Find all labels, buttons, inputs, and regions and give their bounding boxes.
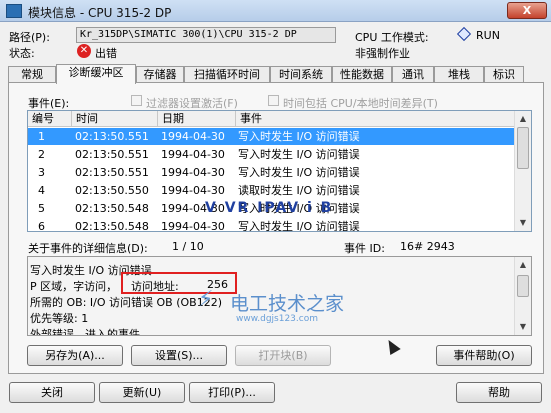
filter-checkbox[interactable]	[131, 95, 142, 106]
save-as-button[interactable]: 另存为(A)...	[27, 345, 123, 366]
detail-line: 所需的 OB: I/O 访问错误 OB (OB122)	[30, 296, 222, 309]
table-header: 编号 时间 日期 事件	[28, 111, 516, 128]
run-diamond-icon	[456, 26, 472, 42]
column-header-event[interactable]: 事件	[236, 111, 516, 127]
local-time-label: 时间包括 CPU/本地时间差异(T)	[283, 97, 438, 110]
watermark-name: 电工技术之家	[230, 293, 345, 315]
table-row[interactable]: 1 02:13:50.551 1994-04-30 写入时发生 I/O 访问错误	[28, 128, 516, 145]
settings-button[interactable]: 设置(S)...	[131, 345, 227, 366]
scroll-up-icon[interactable]: ▲	[517, 113, 529, 125]
status-label: 状态:	[9, 47, 35, 60]
tab-stack[interactable]: 堆栈	[434, 66, 484, 83]
column-header-date[interactable]: 日期	[158, 111, 236, 127]
filter-label: 过滤器设置激活(F)	[146, 97, 238, 110]
tab-diagnostic-buffer[interactable]: 诊断缓冲区	[56, 64, 136, 84]
watermark: ⚡ 电工技术之家 www.dgjs123.com	[196, 287, 364, 331]
help-button[interactable]: 帮助	[456, 382, 542, 403]
print-button[interactable]: 打印(P)...	[189, 382, 275, 403]
table-row[interactable]: 4 02:13:50.550 1994-04-30 读取时发生 I/O 访问错误	[28, 182, 516, 199]
tab-memory[interactable]: 存储器	[136, 66, 184, 83]
detail-scrollbar[interactable]: ▲ ▼	[514, 257, 531, 335]
scroll-thumb[interactable]	[517, 127, 529, 169]
force-status: 非强制作业	[355, 47, 410, 60]
update-button[interactable]: 更新(U)	[99, 382, 185, 403]
event-help-button[interactable]: 事件帮助(O)	[436, 345, 532, 366]
events-scrollbar[interactable]: ▲ ▼	[514, 111, 531, 231]
column-header-no[interactable]: 编号	[28, 111, 72, 127]
scroll-thumb[interactable]	[517, 275, 529, 297]
tab-scan-cycle-time[interactable]: 扫描循环时间	[184, 66, 270, 83]
scroll-up-icon[interactable]: ▲	[517, 259, 529, 271]
detail-line: 外部错误，进入的事件	[30, 328, 140, 336]
detail-label: 关于事件的详细信息(D):	[28, 242, 148, 255]
error-icon: ✕	[77, 44, 91, 58]
app-icon	[6, 4, 22, 18]
close-window-button[interactable]: X	[507, 2, 547, 19]
tab-time-system[interactable]: 时间系统	[270, 66, 332, 83]
close-button[interactable]: 关闭	[9, 382, 95, 403]
table-row[interactable]: 3 02:13:50.551 1994-04-30 写入时发生 I/O 访问错误	[28, 164, 516, 181]
table-row[interactable]: 2 02:13:50.551 1994-04-30 写入时发生 I/O 访问错误	[28, 146, 516, 163]
path-label: 路径(P):	[9, 31, 50, 44]
event-id-value: 16# 2943	[400, 240, 455, 253]
title-bar: 模块信息 - CPU 315-2 DP X	[0, 0, 551, 22]
local-time-checkbox[interactable]	[268, 95, 279, 106]
detail-counter: 1 / 10	[172, 240, 204, 253]
tab-performance-data[interactable]: 性能数据	[332, 66, 392, 83]
tab-communication[interactable]: 通讯	[392, 66, 434, 83]
overlay-ghost-text: V VR IPAV i B	[205, 200, 334, 216]
column-header-time[interactable]: 时间	[72, 111, 158, 127]
tab-bar: 常规 诊断缓冲区 存储器 扫描循环时间 时间系统 性能数据 通讯 堆栈 标识	[8, 64, 544, 84]
detail-line: 优先等级: 1	[30, 312, 89, 325]
events-label: 事件(E):	[28, 97, 70, 110]
scroll-down-icon[interactable]: ▼	[517, 217, 529, 229]
watermark-logo-icon: ⚡	[198, 287, 214, 312]
scroll-down-icon[interactable]: ▼	[517, 321, 529, 333]
open-block-button[interactable]: 打开块(B)	[235, 345, 331, 366]
cpu-mode-value: RUN	[476, 29, 500, 42]
tab-general[interactable]: 常规	[8, 66, 56, 83]
path-field: Kr_315DP\SIMATIC 300(1)\CPU 315-2 DP	[76, 27, 336, 43]
event-id-label: 事件 ID:	[344, 242, 385, 255]
window-title: 模块信息 - CPU 315-2 DP	[28, 6, 172, 20]
cpu-mode-label: CPU 工作模式:	[355, 31, 429, 44]
tab-identification[interactable]: 标识	[484, 66, 524, 83]
watermark-url: www.dgjs123.com	[236, 314, 318, 324]
detail-line: P 区域，字访问，	[30, 280, 118, 293]
status-value: 出错	[95, 47, 117, 60]
table-row[interactable]: 6 02:13:50.548 1994-04-30 写入时发生 I/O 访问错误	[28, 218, 516, 231]
